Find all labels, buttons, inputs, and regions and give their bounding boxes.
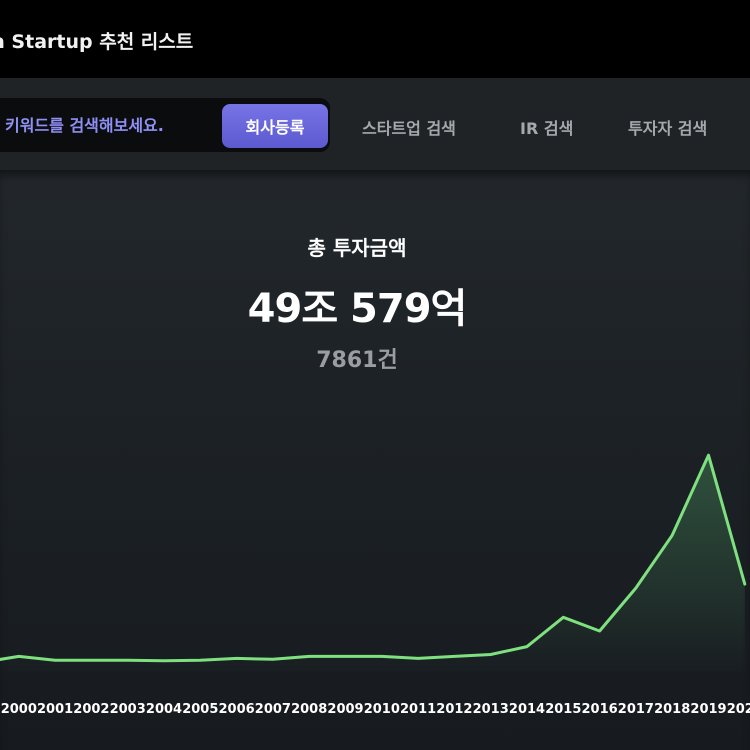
page-title: a Startup 추천 리스트 xyxy=(0,31,194,53)
x-tick-label: 2019 xyxy=(690,702,726,717)
x-tick-label: 2012 xyxy=(436,702,472,717)
navigation-bar: 회사등록 스타트업 검색 IR 검색 투자자 검색 xyxy=(0,78,750,170)
x-tick-label: 2002 xyxy=(73,702,109,717)
x-tick-label: 2015 xyxy=(545,702,581,717)
x-tick-label: 2016 xyxy=(582,702,618,717)
nav-ir-search-link[interactable]: IR 검색 xyxy=(520,115,573,139)
x-tick-label: 2020 xyxy=(727,702,750,717)
x-tick-label: 2005 xyxy=(182,702,218,717)
x-tick-label: 2010 xyxy=(364,702,400,717)
x-tick-label: 2001 xyxy=(37,702,73,717)
x-tick-label: 2008 xyxy=(291,702,327,717)
top-bar: a Startup 추천 리스트 xyxy=(0,0,750,78)
x-tick-label: 2018 xyxy=(654,702,690,717)
nav-startup-search-link[interactable]: 스타트업 검색 xyxy=(362,115,456,139)
x-tick-label: 2006 xyxy=(219,702,255,717)
x-tick-label: 2007 xyxy=(255,702,291,717)
chart-area-fill xyxy=(0,455,745,674)
x-tick-label: 2017 xyxy=(618,702,654,717)
search-box: 회사등록 xyxy=(0,98,330,152)
app-window: a Startup 추천 리스트 회사등록 스타트업 검색 IR 검색 투자자 … xyxy=(0,0,750,750)
x-tick-label: 2014 xyxy=(509,702,545,717)
x-tick-label: 2011 xyxy=(400,702,436,717)
x-tick-label: 2009 xyxy=(327,702,363,717)
x-tick-label: 2003 xyxy=(110,702,146,717)
x-tick-label: 2013 xyxy=(473,702,509,717)
investment-trend-chart: 1999200020012002200320042005200620072008… xyxy=(0,453,750,717)
nav-investor-search-link[interactable]: 투자자 검색 xyxy=(628,115,707,139)
register-company-button[interactable]: 회사등록 xyxy=(222,104,328,148)
search-input[interactable] xyxy=(0,98,205,152)
x-tick-label: 2004 xyxy=(146,702,182,717)
x-tick-label: 2000 xyxy=(1,702,37,717)
x-axis-ticks: 1999200020012002200320042005200620072008… xyxy=(0,702,750,717)
